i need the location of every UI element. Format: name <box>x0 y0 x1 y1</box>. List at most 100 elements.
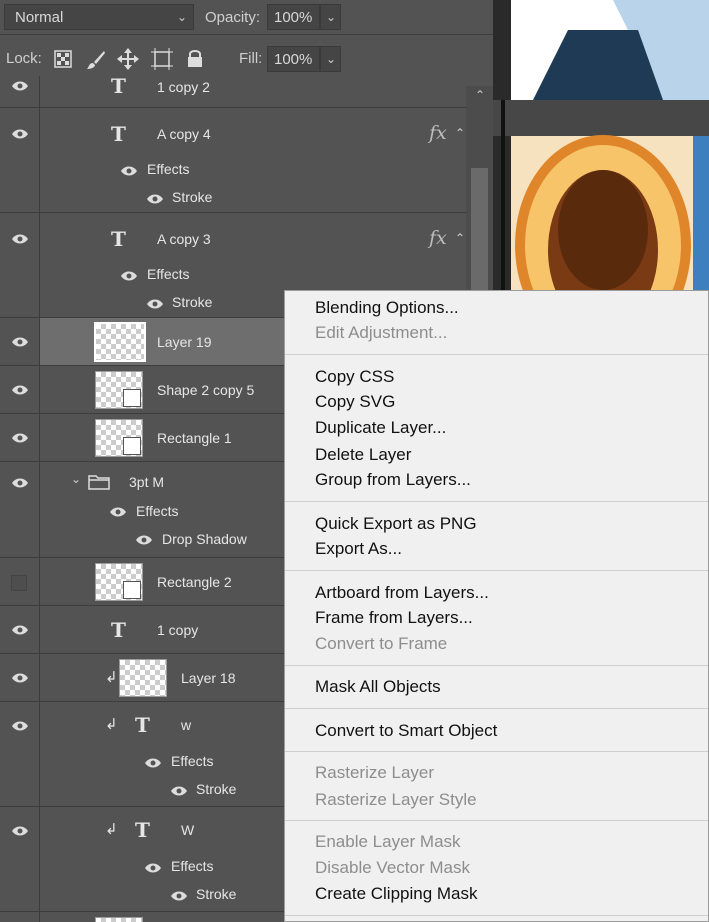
eye-icon[interactable] <box>11 336 29 348</box>
eye-icon[interactable] <box>146 298 164 310</box>
menu-item-export-as[interactable]: Export As... <box>315 539 402 559</box>
eye-icon[interactable] <box>11 128 29 140</box>
menu-item-mask-all-objects[interactable]: Mask All Objects <box>315 677 441 697</box>
eye-icon[interactable] <box>170 890 188 902</box>
opacity-field[interactable]: 100% <box>267 4 320 30</box>
menu-item-duplicate-layer[interactable]: Duplicate Layer... <box>315 418 446 438</box>
visibility-column <box>0 414 40 461</box>
menu-item-rasterize-layer: Rasterize Layer <box>315 763 435 782</box>
eye-icon[interactable] <box>144 757 162 769</box>
fill-field[interactable]: 100% <box>267 46 320 72</box>
layer-name: Rectangle 1 <box>157 430 232 446</box>
stroke-effect-label: Stroke <box>196 886 237 902</box>
menu-item-convert-to-frame: Convert to Frame <box>315 634 448 653</box>
layer-name: A copy 4 <box>157 126 211 142</box>
fill-dropdown-button[interactable]: ⌄ <box>320 46 341 72</box>
eye-icon[interactable] <box>109 506 127 518</box>
layer-row-1-copy-2[interactable]: T 1 copy 2 <box>0 76 493 108</box>
menu-item-copy-svg[interactable]: Copy SVG <box>315 392 395 412</box>
chevron-down-icon: ⌄ <box>326 10 337 24</box>
menu-item-frame-from-layers[interactable]: Frame from Layers... <box>315 608 473 628</box>
chevron-up-icon[interactable]: ⌃ <box>455 231 465 245</box>
layer-row-a-copy-4[interactable]: T A copy 4 fx ⌃ Effects Stroke <box>0 108 493 213</box>
lock-label: Lock: <box>6 50 42 67</box>
lock-all-icon[interactable] <box>186 48 204 68</box>
shape-badge-icon <box>123 581 141 599</box>
layer-name: 1 copy 2 <box>157 79 210 95</box>
eye-icon[interactable] <box>11 80 29 92</box>
effects-label: Effects <box>136 503 179 519</box>
lock-artboard-icon[interactable] <box>151 48 173 70</box>
layer-thumbnail <box>95 917 143 922</box>
eye-icon[interactable] <box>11 672 29 684</box>
clip-arrow-icon: ↲ <box>105 669 118 686</box>
visibility-column <box>0 558 40 605</box>
layer-name: Rectangle 2 <box>157 574 232 590</box>
effects-label: Effects <box>171 858 214 874</box>
layer-name: Layer 18 <box>181 670 236 686</box>
stroke-effect-label: Stroke <box>172 189 213 205</box>
fx-icon[interactable]: fx <box>429 122 447 144</box>
eye-icon[interactable] <box>146 193 164 205</box>
chevron-down-icon[interactable]: ⌄ <box>71 472 81 486</box>
eye-icon[interactable] <box>120 270 138 282</box>
opacity-dropdown-button[interactable]: ⌄ <box>320 4 341 30</box>
eye-icon[interactable] <box>144 862 162 874</box>
lock-move-icon[interactable] <box>117 48 139 70</box>
blend-mode-select[interactable]: Normal ⌄ <box>4 4 194 30</box>
menu-item-artboard-from-layers[interactable]: Artboard from Layers... <box>315 583 489 603</box>
visibility-column <box>0 318 40 365</box>
effects-label: Effects <box>147 266 190 282</box>
opacity-value: 100% <box>274 9 313 26</box>
visibility-column <box>0 654 40 701</box>
scrollbar-thumb[interactable] <box>471 168 488 308</box>
menu-item-copy-css[interactable]: Copy CSS <box>315 367 394 387</box>
menu-item-quick-export-png[interactable]: Quick Export as PNG <box>315 514 477 534</box>
stroke-effect-label: Stroke <box>196 781 237 797</box>
shape-badge-icon <box>123 437 141 455</box>
layer-name: w <box>181 717 192 733</box>
lock-brush-icon[interactable] <box>86 50 106 70</box>
lock-transparent-icon[interactable] <box>54 50 72 68</box>
eye-icon[interactable] <box>135 534 153 546</box>
visibility-column <box>0 108 40 212</box>
menu-item-blending-options[interactable]: Blending Options... <box>315 298 459 318</box>
menu-separator <box>285 751 708 752</box>
menu-separator <box>285 501 708 502</box>
layer-thumbnail <box>119 659 167 697</box>
menu-separator <box>285 915 708 916</box>
eye-icon[interactable] <box>11 384 29 396</box>
drop-shadow-label: Drop Shadow <box>162 531 247 547</box>
text-layer-icon: T <box>111 618 126 642</box>
menu-separator <box>285 570 708 571</box>
stroke-effect-label: Stroke <box>172 294 213 310</box>
visibility-column <box>0 912 40 922</box>
eye-icon[interactable] <box>120 165 138 177</box>
menu-separator <box>285 665 708 666</box>
eye-icon[interactable] <box>11 477 29 489</box>
eye-icon[interactable] <box>11 825 29 837</box>
menu-item-edit-adjustment: Edit Adjustment... <box>315 323 448 342</box>
chevron-up-icon[interactable]: ⌃ <box>455 126 465 140</box>
visibility-toggle-off[interactable] <box>11 575 27 591</box>
chevron-up-icon[interactable]: ⌃ <box>475 88 485 102</box>
layer-thumbnail <box>95 563 143 601</box>
eye-icon[interactable] <box>11 233 29 245</box>
eye-icon[interactable] <box>170 785 188 797</box>
effects-label: Effects <box>147 161 190 177</box>
menu-item-convert-smart-object[interactable]: Convert to Smart Object <box>315 721 497 741</box>
menu-item-delete-layer[interactable]: Delete Layer <box>315 445 411 465</box>
eye-icon[interactable] <box>11 624 29 636</box>
eye-icon[interactable] <box>11 432 29 444</box>
lock-bar: Lock: Fill: 100% ⌄ <box>0 42 493 76</box>
eye-icon[interactable] <box>11 720 29 732</box>
text-layer-icon: T <box>111 122 126 146</box>
menu-item-create-clipping-mask[interactable]: Create Clipping Mask <box>315 884 478 904</box>
clip-arrow-icon: ↲ <box>105 821 118 838</box>
fill-label: Fill: <box>239 50 263 67</box>
menu-item-group-from-layers[interactable]: Group from Layers... <box>315 470 471 490</box>
layer-thumbnail <box>95 419 143 457</box>
fx-icon[interactable]: fx <box>429 227 447 249</box>
visibility-column <box>0 462 40 557</box>
layer-name: 1 copy <box>157 622 199 638</box>
